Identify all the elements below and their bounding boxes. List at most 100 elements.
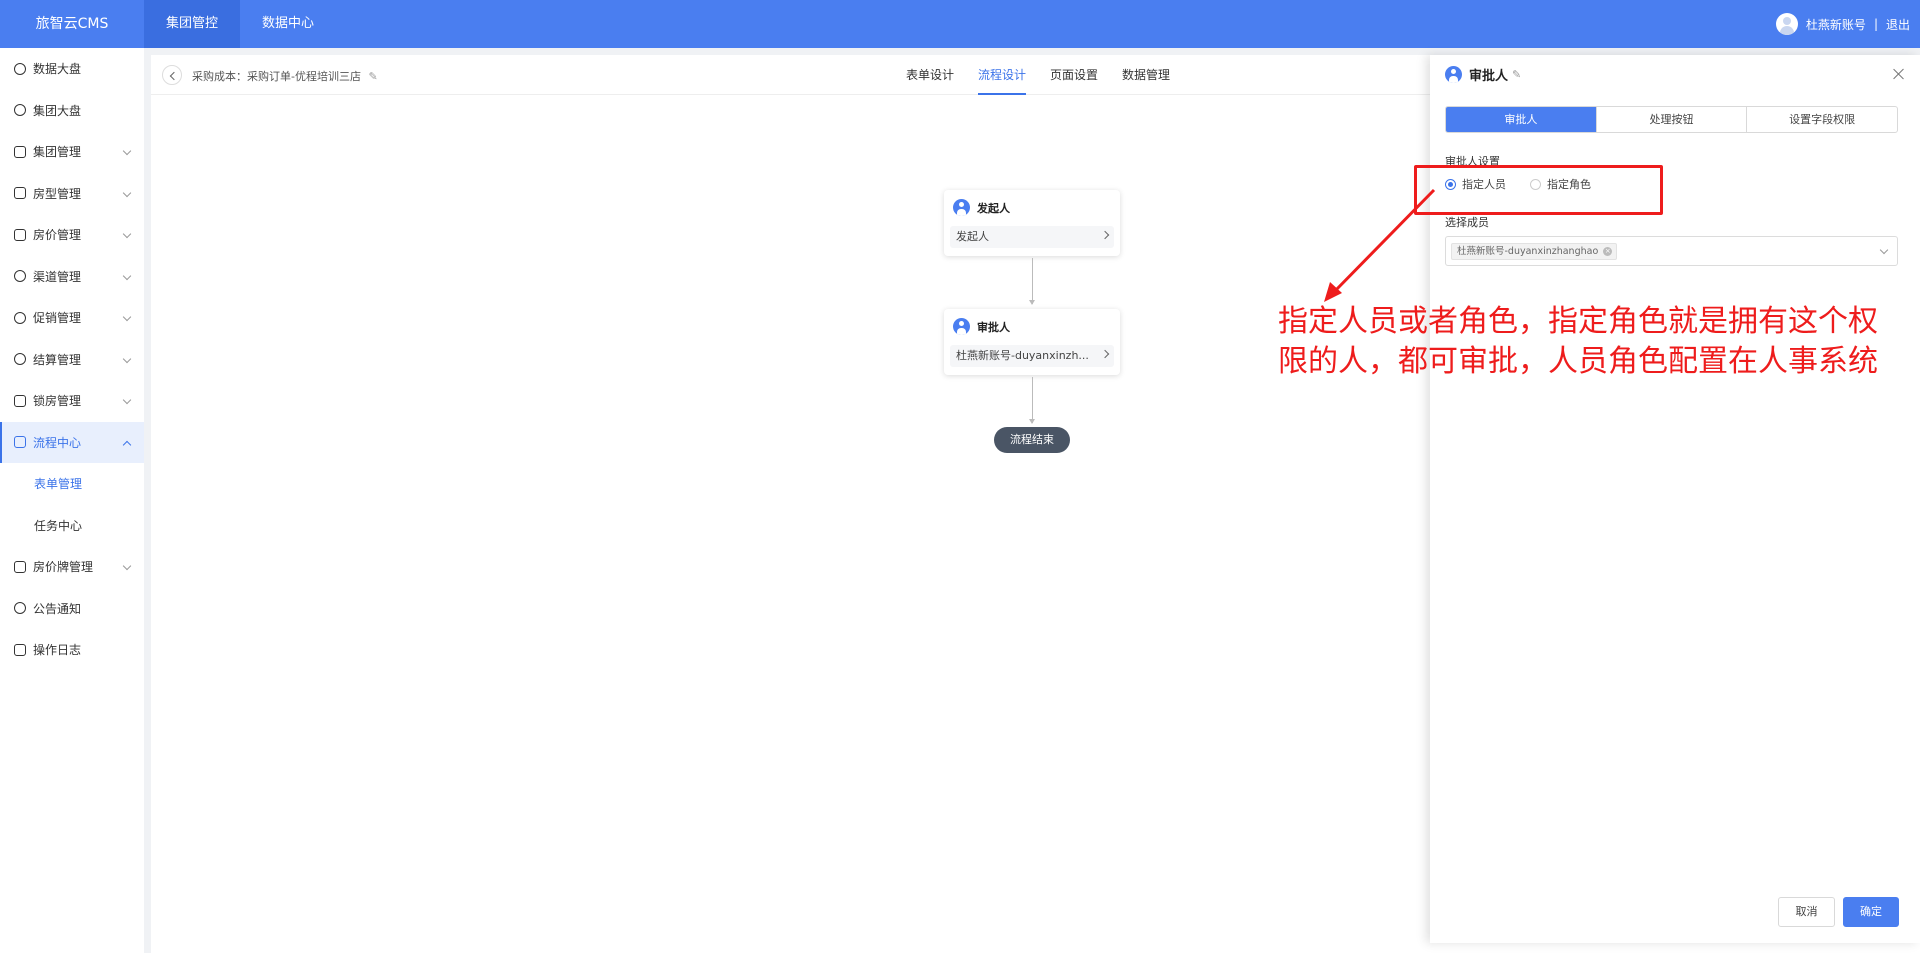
annotation-text: 指定人员或者角色，指定角色就是拥有这个权限的人，都可审批，人员角色配置在人事系统: [1278, 304, 1878, 379]
user-icon: [953, 199, 970, 216]
sidebar-item-room-lock[interactable]: 锁房管理: [0, 380, 144, 422]
home-icon: [14, 187, 26, 200]
node-content: 杜燕新账号-duyanxinzh...: [950, 345, 1114, 367]
chevron-down-icon: [122, 188, 132, 197]
lock-doc-icon: [14, 394, 26, 407]
sidebar-subitem-task-center[interactable]: 任务中心: [0, 505, 144, 547]
tab-data-management[interactable]: 数据管理: [1110, 55, 1182, 95]
sidebar-item-room-type[interactable]: 房型管理: [0, 173, 144, 215]
monitor-icon: [14, 145, 26, 158]
user-separator: |: [1873, 17, 1878, 31]
sidebar-item-label: 流程中心: [33, 435, 82, 450]
tag-icon: [14, 311, 26, 324]
user-avatar-icon[interactable]: [1775, 13, 1798, 35]
flow-node-initiator[interactable]: 发起人 发起人: [944, 190, 1120, 256]
bell-icon: [14, 602, 26, 615]
yen-icon: [14, 353, 26, 366]
sidebar-item-label: 结算管理: [33, 352, 82, 367]
member-select[interactable]: 杜燕新账号-duyanxinzhanghao ×: [1445, 236, 1898, 266]
clock-icon: [14, 104, 26, 117]
topnav-group-control[interactable]: 集团管控: [144, 0, 241, 48]
sidebar-item-promotion[interactable]: 促销管理: [0, 297, 144, 339]
chevron-down-icon: [122, 395, 132, 405]
chevron-down-icon: [122, 146, 132, 156]
tab-form-design[interactable]: 表单设计: [894, 55, 966, 95]
sidebar-item-label: 任务中心: [34, 518, 83, 533]
node-title: 发起人: [977, 201, 1010, 215]
chevron-down-icon: [122, 561, 132, 571]
node-content: 发起人: [950, 226, 1114, 248]
chevron-down-icon: [122, 271, 132, 280]
breadcrumb-text: 采购成本：采购订单-优程培训三店: [192, 70, 361, 83]
sidebar: 数据大盘 集团大盘 集团管理 房型管理 房价管理 渠道管理 促销管理 结算管理 …: [0, 48, 144, 953]
sidebar-item-data-dashboard[interactable]: 数据大盘: [0, 48, 144, 90]
sidebar-item-label: 集团大盘: [33, 103, 82, 118]
sidebar-item-label: 锁房管理: [33, 394, 82, 409]
back-button[interactable]: [162, 65, 182, 85]
sidebar-item-process-center[interactable]: 流程中心: [0, 421, 144, 463]
sidebar-item-label: 公告通知: [33, 601, 82, 616]
sidebar-item-label: 集团管理: [33, 145, 82, 160]
flow-connector: [1029, 258, 1035, 305]
tab-field-permissions[interactable]: 设置字段权限: [1746, 107, 1897, 132]
sidebar-item-channel[interactable]: 渠道管理: [0, 256, 144, 298]
user-icon: [953, 318, 970, 335]
topnav-data-center[interactable]: 数据中心: [240, 0, 336, 48]
user-area: 杜燕新账号 | 退出: [1775, 0, 1910, 48]
sidebar-item-operation-log[interactable]: 操作日志: [0, 629, 144, 671]
drawer-title: 审批人: [1469, 69, 1509, 84]
confirm-button[interactable]: 确定: [1843, 897, 1899, 927]
tag-remove-icon[interactable]: ×: [1603, 247, 1613, 256]
board-icon: [14, 560, 26, 573]
tab-page-settings[interactable]: 页面设置: [1038, 55, 1110, 95]
flow-end-node: 流程结束: [994, 427, 1070, 453]
tab-flow-design[interactable]: 流程设计: [966, 55, 1038, 95]
sidebar-subitem-form-management[interactable]: 表单管理: [0, 463, 144, 505]
cancel-button[interactable]: 取消: [1778, 897, 1835, 927]
node-title: 审批人: [977, 320, 1010, 334]
sidebar-item-room-price[interactable]: 房价管理: [0, 214, 144, 256]
chevron-down-icon: [1879, 245, 1889, 255]
node-header: 发起人: [953, 199, 1010, 216]
flow-node-approver[interactable]: 审批人 杜燕新账号-duyanxinzh...: [944, 309, 1120, 375]
sidebar-item-group-dashboard[interactable]: 集团大盘: [0, 90, 144, 132]
sidebar-item-label: 操作日志: [33, 643, 82, 658]
chevron-up-icon: [122, 440, 132, 449]
annotation-highlight-box: [1414, 165, 1663, 215]
tab-approver[interactable]: 审批人: [1446, 107, 1596, 132]
card-icon: [14, 228, 26, 241]
member-tag-label: 杜燕新账号-duyanxinzhanghao: [1457, 246, 1599, 257]
user-name[interactable]: 杜燕新账号: [1806, 16, 1866, 33]
member-tag: 杜燕新账号-duyanxinzhanghao ×: [1451, 243, 1618, 260]
top-bar: 旅智云CMS 集团管控 数据中心 杜燕新账号 | 退出: [0, 0, 1920, 48]
edit-icon[interactable]: ✎: [1512, 68, 1521, 81]
sidebar-item-label: 数据大盘: [33, 62, 82, 77]
share-icon: [14, 270, 26, 283]
sidebar-item-label: 房价管理: [33, 228, 82, 243]
tab-action-buttons[interactable]: 处理按钮: [1595, 107, 1747, 132]
app-brand[interactable]: 旅智云CMS: [0, 0, 144, 48]
chevron-down-icon: [122, 354, 132, 363]
close-icon[interactable]: [1892, 67, 1906, 81]
drawer-header: 审批人 ✎: [1445, 65, 1521, 84]
logout-link[interactable]: 退出: [1886, 16, 1910, 33]
edit-icon[interactable]: ✎: [368, 70, 377, 83]
chevron-down-icon: [122, 312, 132, 322]
clock-icon: [14, 62, 26, 75]
designer-tabs: 表单设计 流程设计 页面设置 数据管理: [894, 55, 1182, 95]
sidebar-item-settlement[interactable]: 结算管理: [0, 339, 144, 381]
user-icon: [1445, 66, 1462, 83]
node-header: 审批人: [953, 318, 1010, 335]
sidebar-item-announcement[interactable]: 公告通知: [0, 588, 144, 630]
doc-icon: [14, 643, 26, 656]
sidebar-item-group-management[interactable]: 集团管理: [0, 131, 144, 173]
top-nav: 集团管控 数据中心: [144, 0, 336, 48]
sidebar-item-label: 促销管理: [33, 311, 82, 326]
chevron-down-icon: [122, 229, 132, 239]
sidebar-item-label: 房型管理: [33, 186, 82, 201]
sidebar-item-label: 房价牌管理: [33, 560, 94, 575]
flow-connector: [1029, 377, 1035, 424]
sidebar-item-label: 表单管理: [34, 477, 83, 492]
sidebar-item-price-board[interactable]: 房价牌管理: [0, 546, 144, 588]
clipboard-icon: [14, 436, 26, 449]
